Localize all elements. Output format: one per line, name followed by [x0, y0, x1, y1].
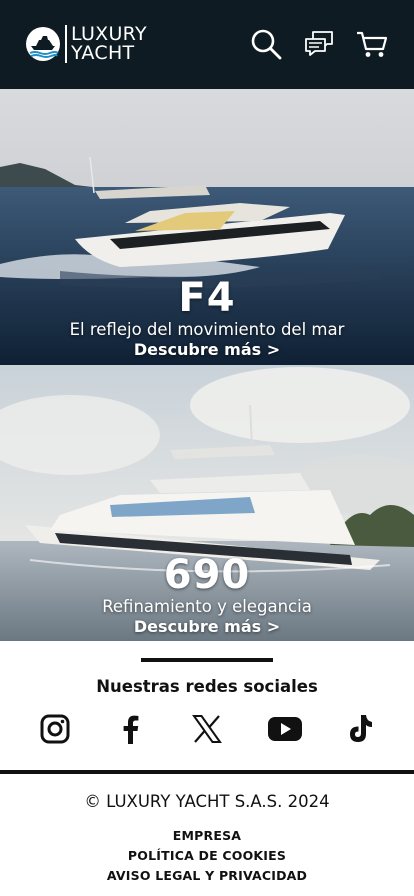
site-header: LUXURY YACHT — [0, 0, 414, 89]
youtube-icon[interactable] — [266, 712, 304, 746]
hero-690[interactable]: 690 Refinamiento y elegancia Descubre má… — [0, 365, 414, 641]
logo-divider — [65, 25, 67, 63]
tiktok-icon[interactable] — [343, 712, 377, 746]
hero-690-caption: 690 Refinamiento y elegancia Descubre má… — [0, 553, 414, 637]
chat-icon[interactable] — [303, 28, 335, 60]
hero-title: F4 — [178, 275, 236, 321]
hero-title: 690 — [163, 552, 251, 598]
brand-line-2: YACHT — [71, 42, 135, 64]
discover-more-link[interactable]: Descubre más > — [0, 340, 414, 360]
discover-more-link[interactable]: Descubre más > — [0, 617, 414, 637]
facebook-icon[interactable] — [114, 712, 148, 746]
x-icon[interactable] — [190, 712, 224, 746]
footer-link-empresa[interactable]: EMPRESA — [0, 828, 414, 843]
hero-f4-caption: F4 El reflejo del movimiento del mar Des… — [0, 276, 414, 360]
hero-subtitle: El reflejo del movimiento del mar — [69, 320, 345, 339]
yacht-logo-icon — [26, 27, 60, 61]
brand-name: LUXURY YACHT — [71, 25, 147, 63]
footer-link-cookies[interactable]: POLÍTICA DE COOKIES — [0, 848, 414, 863]
search-icon[interactable] — [250, 28, 282, 60]
brand-logo[interactable]: LUXURY YACHT — [25, 24, 147, 64]
hero-subtitle: Refinamiento y elegancia — [102, 597, 312, 616]
social-title: Nuestras redes sociales — [96, 677, 318, 696]
instagram-icon[interactable] — [38, 712, 72, 746]
section-divider — [141, 658, 273, 662]
hero-f4[interactable]: F4 El reflejo del movimiento del mar Des… — [0, 89, 414, 365]
footer-divider — [0, 770, 414, 774]
footer-link-legal[interactable]: AVISO LEGAL Y PRIVACIDAD — [0, 868, 414, 883]
copyright-text: © LUXURY YACHT S.A.S. 2024 — [84, 792, 330, 811]
cart-icon[interactable] — [356, 28, 388, 60]
